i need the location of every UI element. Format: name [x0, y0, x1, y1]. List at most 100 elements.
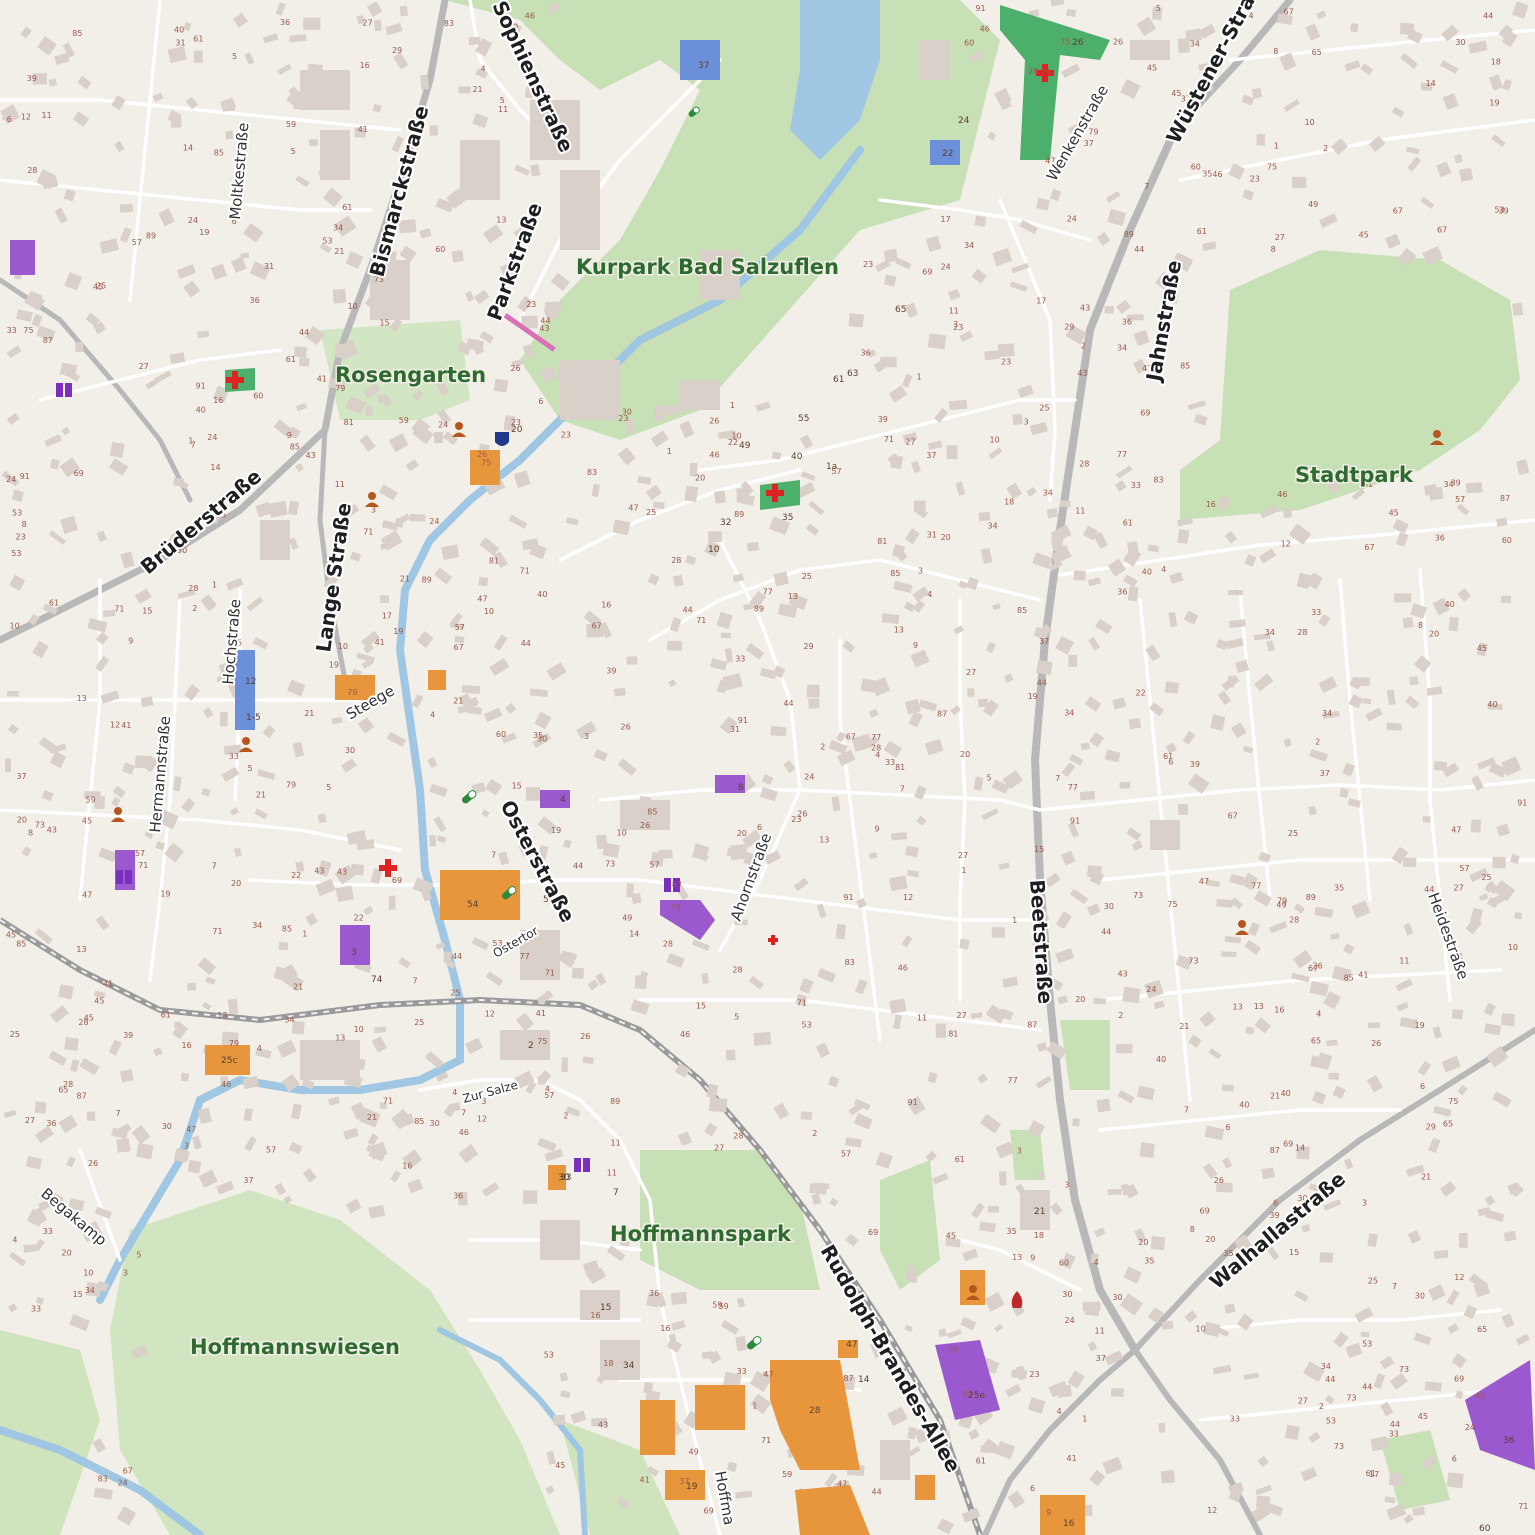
building	[334, 343, 349, 359]
building	[1068, 654, 1078, 668]
building	[399, 5, 408, 17]
house-number: 67	[846, 733, 856, 742]
house-number: 21	[1179, 1022, 1189, 1031]
house-number: 40	[1445, 600, 1455, 609]
house-number: 35	[1144, 1256, 1154, 1265]
building	[1079, 790, 1096, 801]
building	[374, 1026, 387, 1034]
park-label-hoffmannspark: Hoffmannspark	[610, 1222, 792, 1246]
house-number: 18	[603, 1359, 613, 1368]
house-number: 65	[1477, 1325, 1487, 1334]
house-number: 75	[481, 459, 491, 468]
large-building	[920, 40, 950, 80]
house-number: 10	[1196, 1324, 1206, 1333]
house-number: 61	[193, 34, 203, 43]
building	[1057, 1384, 1073, 1398]
house-number: 39	[878, 415, 888, 424]
house-number: 7	[1055, 774, 1060, 783]
building	[1458, 1232, 1468, 1248]
house-number: 1	[961, 866, 966, 875]
house-number: 33	[43, 1227, 53, 1236]
house-number: 23	[953, 323, 963, 332]
house-number: 30	[537, 735, 547, 744]
house-number: 12	[1207, 1506, 1217, 1515]
house-number: 26	[88, 1159, 98, 1168]
house-number: 13	[894, 626, 904, 635]
house-number: 47	[82, 891, 92, 900]
house-number: 26	[1313, 961, 1323, 970]
house-number: 43	[47, 826, 57, 835]
house-number: 60	[964, 39, 974, 48]
house-number: 16	[360, 61, 370, 70]
map-canvas[interactable]: 49 6 77 24 12 47 57 33 45 22 81 89 45 25 5 34 19 10 12 11 30…	[0, 0, 1535, 1535]
house-number: 83	[845, 958, 855, 967]
house-number: 87	[844, 1374, 854, 1383]
house-number: 12	[21, 112, 31, 121]
house-number: 10	[83, 1268, 93, 1277]
building	[1066, 8, 1077, 18]
house-number: 25	[1481, 873, 1491, 882]
house-number: 59	[712, 1301, 722, 1310]
poi-label: 1a	[826, 462, 837, 472]
house-number: 39	[1451, 478, 1461, 487]
house-number: 45	[1171, 89, 1181, 98]
house-number: 26	[640, 821, 650, 830]
house-number: 6	[538, 397, 543, 406]
house-number: 87	[937, 710, 947, 719]
house-number: 69	[1200, 1206, 1210, 1215]
house-number: 26	[1371, 1039, 1381, 1048]
house-number: 77	[871, 733, 881, 742]
poi-label: 22	[942, 149, 953, 159]
building	[684, 485, 699, 502]
house-number: 53	[1326, 1417, 1336, 1426]
police-icon[interactable]	[495, 432, 509, 446]
house-number: 12	[485, 1010, 495, 1019]
house-number: 15	[1034, 845, 1044, 854]
house-number: 61	[955, 1155, 965, 1164]
house-number: 21	[304, 709, 314, 718]
building	[317, 813, 327, 823]
house-number: 10	[1305, 118, 1315, 127]
house-number: 3	[1024, 418, 1029, 427]
house-number: 10	[1508, 943, 1518, 952]
building	[978, 698, 989, 708]
house-number: 37	[16, 772, 26, 781]
house-number: 4	[875, 751, 880, 760]
house-number: 46	[709, 450, 719, 459]
building	[136, 1142, 154, 1160]
building	[170, 114, 182, 128]
house-number: 27	[1454, 884, 1464, 893]
house-number: 79	[229, 1039, 239, 1048]
house-number: 13	[1233, 1002, 1243, 1011]
building	[1107, 1188, 1122, 1195]
poi-label: 25e	[968, 1391, 985, 1401]
house-number: 8	[1190, 1225, 1195, 1234]
house-number: 18	[1034, 1231, 1044, 1240]
house-number: 83	[444, 19, 454, 28]
house-number: 46	[459, 1128, 469, 1137]
house-number: 22	[728, 438, 738, 447]
building	[1104, 306, 1114, 314]
house-number: 28	[1289, 916, 1299, 925]
house-number: 33	[1230, 1415, 1240, 1424]
building	[429, 125, 439, 136]
poi-label: 32	[720, 518, 731, 528]
house-number: 71	[761, 1436, 771, 1445]
poi-label: 65	[895, 305, 906, 315]
house-number: 20	[17, 816, 27, 825]
house-number: 26	[797, 810, 807, 819]
house-number: 24	[804, 773, 814, 782]
house-number: 16	[601, 601, 611, 610]
building	[753, 1031, 772, 1046]
house-number: 27	[25, 1116, 35, 1125]
building	[478, 576, 489, 587]
building	[770, 725, 787, 737]
house-number: 77	[1068, 783, 1078, 792]
house-number: 91	[1070, 817, 1080, 826]
house-number: 12	[1454, 1273, 1464, 1282]
building	[1084, 1504, 1093, 1517]
poi-label: 47	[846, 1340, 857, 1350]
house-number: 26	[477, 450, 487, 459]
poi-label: 35	[782, 513, 793, 523]
house-number: 75	[23, 326, 33, 335]
